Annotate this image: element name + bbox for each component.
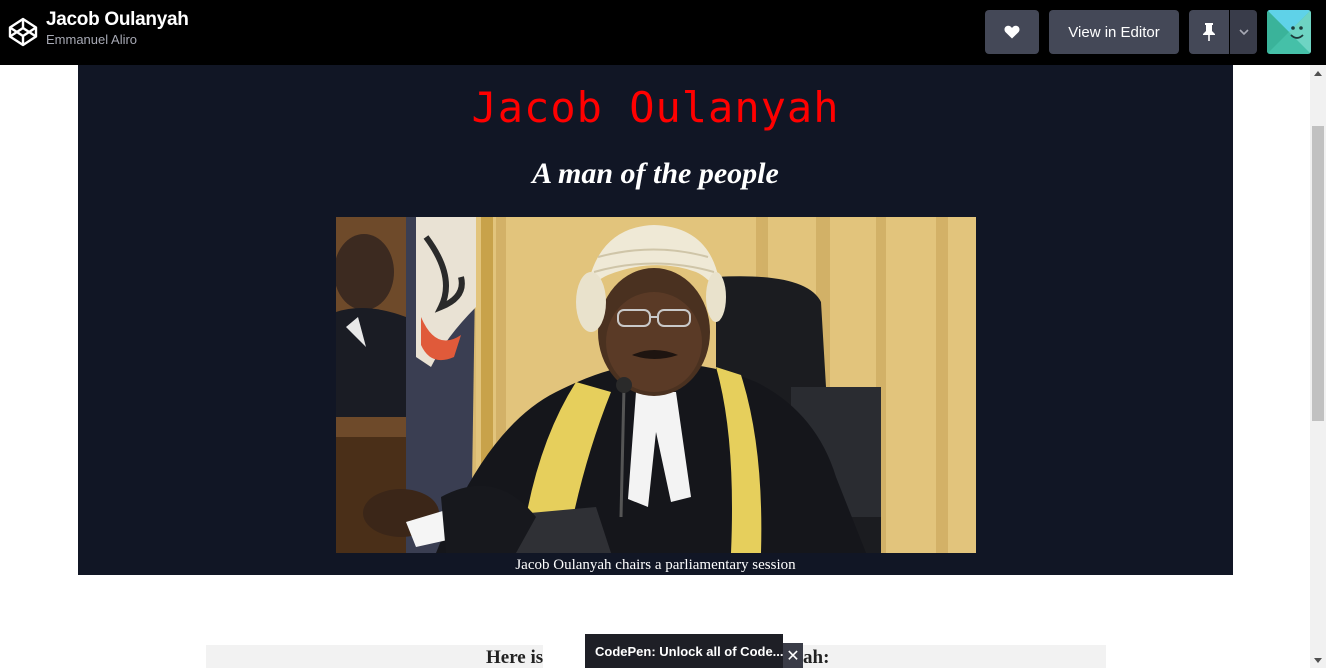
hero-section: Jacob Oulanyah A man of the people Jacob… xyxy=(78,65,1233,575)
pin-icon xyxy=(1203,23,1215,41)
intro-text-right: ah: xyxy=(803,647,830,668)
pin-button[interactable] xyxy=(1189,10,1229,54)
pen-meta: Jacob Oulanyah Emmanuel Aliro xyxy=(46,9,189,49)
page-scrollbar[interactable] xyxy=(1310,65,1326,668)
page-tagline: A man of the people xyxy=(532,157,779,190)
close-icon[interactable]: ✕ xyxy=(783,643,803,668)
intro-text-left: Here is xyxy=(486,647,544,668)
heart-icon xyxy=(1004,25,1020,39)
codepen-promo-toast[interactable]: CodePen: Unlock all of Code... xyxy=(585,634,783,668)
scroll-up-arrow-icon[interactable] xyxy=(1310,65,1326,81)
like-button[interactable] xyxy=(985,10,1039,54)
scroll-down-arrow-icon[interactable] xyxy=(1310,652,1326,668)
avatar-image xyxy=(1267,10,1311,54)
codepen-logo-icon[interactable] xyxy=(7,16,39,48)
toast-text[interactable]: CodePen: Unlock all of Code... xyxy=(595,644,783,659)
view-in-editor-button[interactable]: View in Editor xyxy=(1049,10,1179,54)
pen-author[interactable]: Emmanuel Aliro xyxy=(46,31,189,49)
toast-left-tab xyxy=(543,633,585,668)
photo-caption: Jacob Oulanyah chairs a parliamentary se… xyxy=(515,557,796,573)
speaker-photo-illustration xyxy=(336,217,976,553)
pin-menu-button[interactable] xyxy=(1230,10,1257,54)
pen-title[interactable]: Jacob Oulanyah xyxy=(46,9,189,31)
scrollbar-thumb[interactable] xyxy=(1312,126,1324,421)
chevron-down-icon xyxy=(1238,29,1249,35)
speaker-photo xyxy=(336,217,976,553)
page-title: Jacob Oulanyah xyxy=(471,83,840,132)
codepen-header: Jacob Oulanyah Emmanuel Aliro View in Ed… xyxy=(0,0,1326,65)
user-avatar[interactable] xyxy=(1267,10,1311,54)
